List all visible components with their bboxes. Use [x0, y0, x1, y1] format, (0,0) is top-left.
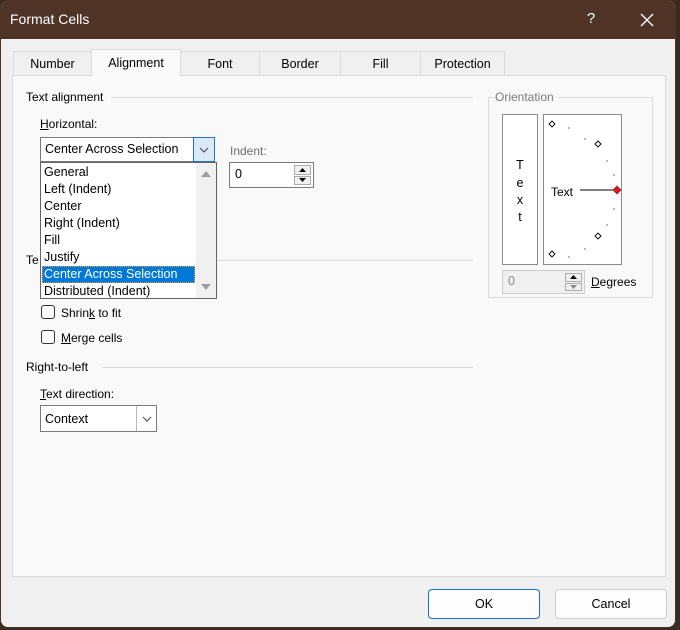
indent-down-button[interactable]	[294, 175, 311, 185]
dial-tick	[613, 208, 615, 210]
triangle-up-icon	[299, 167, 306, 172]
dial-tick	[613, 174, 615, 176]
dial-tick	[568, 127, 570, 129]
text-alignment-group-label: Text alignment	[26, 90, 108, 104]
merge-cells-checkbox[interactable]	[41, 330, 55, 344]
horizontal-options-list[interactable]: General Left (Indent) Center Right (Inde…	[40, 162, 217, 299]
dial-marker-minus45	[594, 232, 602, 240]
option-fill[interactable]: Fill	[42, 232, 195, 249]
indent-spinner[interactable]: 0	[229, 162, 314, 188]
orientation-group-label: Orientation	[495, 90, 558, 104]
shrink-to-fit-label[interactable]: Shrink to fit	[61, 306, 121, 320]
triangle-down-icon	[299, 178, 306, 183]
dial-marker-minus90	[548, 250, 556, 258]
help-button[interactable]: ?	[581, 10, 601, 30]
degrees-label: Degrees	[591, 275, 637, 289]
text-direction-value: Context	[45, 412, 89, 426]
indent-value[interactable]: 0	[235, 167, 242, 181]
triangle-up-icon	[570, 275, 577, 280]
tab-font[interactable]: Font	[180, 51, 260, 76]
option-justify[interactable]: Justify	[42, 249, 195, 266]
degrees-value[interactable]: 0	[508, 274, 515, 288]
vertical-text-letter: e	[516, 176, 524, 190]
text-control-group-label: Te	[26, 253, 39, 267]
shrink-to-fit-checkbox[interactable]	[41, 305, 55, 319]
option-center-across-selection[interactable]: Center Across Selection	[42, 266, 195, 283]
scroll-up-icon[interactable]	[196, 166, 216, 182]
option-right-indent[interactable]: Right (Indent)	[42, 215, 195, 232]
degrees-up-button[interactable]	[565, 273, 582, 282]
tab-alignment[interactable]: Alignment	[91, 49, 181, 77]
group-divider	[111, 97, 473, 98]
title-bar: Format Cells ?	[1, 1, 675, 39]
vertical-text-toggle[interactable]: T e x t	[502, 114, 538, 265]
option-left-indent[interactable]: Left (Indent)	[42, 181, 195, 198]
dropdown-scrollbar[interactable]	[196, 163, 216, 298]
tab-border[interactable]: Border	[259, 51, 341, 76]
option-general[interactable]: General	[42, 164, 195, 181]
tab-number[interactable]: Number	[13, 51, 92, 76]
dial-tick-marks	[568, 127, 615, 258]
dial-tick	[606, 160, 608, 162]
ok-button[interactable]: OK	[428, 589, 540, 619]
group-divider	[216, 260, 473, 261]
cancel-button[interactable]: Cancel	[555, 589, 667, 619]
dial-marker-45	[594, 140, 602, 148]
horizontal-select-value: Center Across Selection	[45, 142, 179, 156]
dialog-title: Format Cells	[10, 11, 90, 27]
option-center[interactable]: Center	[42, 198, 195, 215]
scroll-down-icon[interactable]	[196, 279, 216, 295]
dial-tick	[568, 256, 570, 258]
text-direction-dropdown-button[interactable]	[136, 406, 156, 431]
vertical-text-letter: x	[516, 193, 524, 207]
triangle-down-icon	[570, 284, 577, 289]
option-distributed-indent[interactable]: Distributed (Indent)	[42, 283, 195, 300]
format-cells-dialog: Format Cells ? Number Alignment Font Bor…	[0, 0, 676, 628]
dial-tick	[606, 224, 608, 226]
horizontal-select[interactable]: Center Across Selection	[40, 137, 215, 162]
vertical-text-letter: T	[516, 158, 524, 172]
merge-cells-label[interactable]: Merge cells	[61, 331, 122, 345]
dial-marker-90	[548, 120, 556, 128]
chevron-down-icon	[142, 416, 151, 422]
text-direction-label: Text direction:	[40, 387, 115, 401]
dial-text: Text	[551, 185, 574, 199]
tab-protection[interactable]: Protection	[420, 51, 505, 76]
orientation-dial[interactable]: Text	[543, 114, 622, 265]
tab-fill[interactable]: Fill	[340, 51, 421, 76]
text-direction-select[interactable]: Context	[40, 405, 157, 432]
group-divider	[102, 367, 473, 368]
chevron-down-icon	[199, 147, 209, 153]
degrees-spinner[interactable]: 0	[502, 270, 585, 294]
dial-tick	[584, 138, 586, 140]
dial-tick	[584, 248, 586, 250]
dial-marker-active	[612, 185, 622, 195]
indent-up-button[interactable]	[294, 165, 311, 175]
horizontal-dropdown-button[interactable]	[193, 137, 215, 162]
degrees-down-button[interactable]	[565, 282, 582, 291]
close-button[interactable]	[634, 9, 660, 31]
close-icon	[640, 13, 654, 27]
horizontal-label: Horizontal:	[40, 117, 98, 131]
indent-label: Indent:	[230, 144, 267, 158]
vertical-text-letter: t	[518, 210, 522, 224]
right-to-left-group-label: Right-to-left	[26, 360, 93, 374]
